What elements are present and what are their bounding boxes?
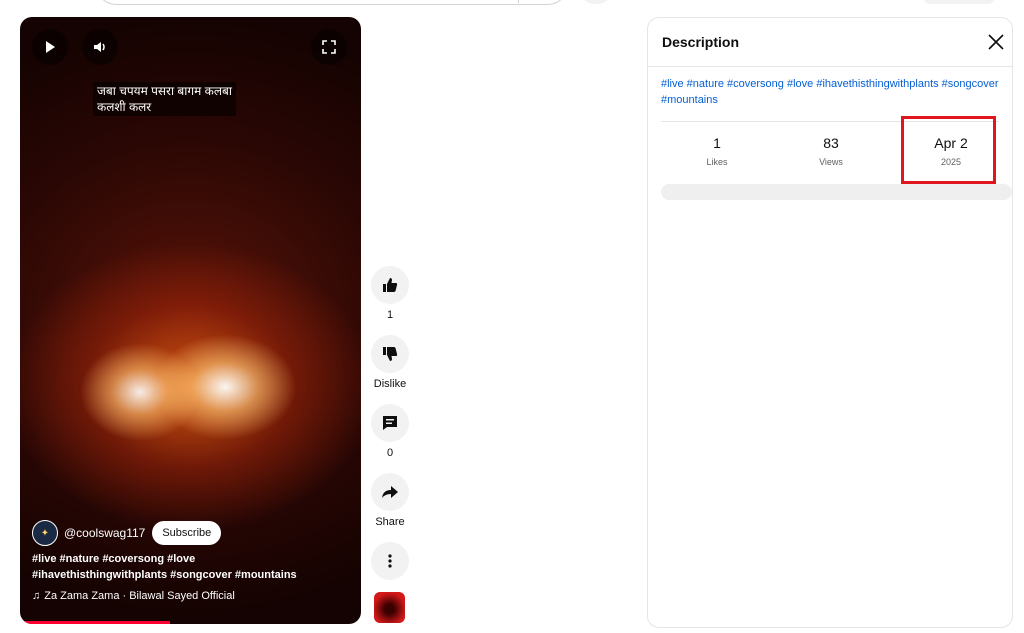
dislike-label: Dislike bbox=[373, 378, 407, 390]
shorts-video-player[interactable]: जबा चपयम पसरा बागम कलबा कलशी कलर ✦ @cool… bbox=[20, 17, 361, 624]
share-icon bbox=[382, 486, 398, 498]
channel-avatar[interactable]: ✦ bbox=[32, 520, 58, 546]
more-options-button[interactable] bbox=[371, 542, 409, 580]
date-highlight-box bbox=[901, 116, 996, 184]
panel-divider bbox=[648, 66, 1012, 67]
sound-thumbnail[interactable] bbox=[374, 592, 405, 623]
dislike-action: Dislike bbox=[370, 335, 410, 390]
like-button[interactable] bbox=[371, 266, 409, 304]
video-progress-bar[interactable] bbox=[20, 621, 171, 624]
search-divider bbox=[518, 0, 519, 3]
stat-likes-label: Likes bbox=[706, 157, 728, 167]
more-action bbox=[370, 542, 410, 580]
comment-button[interactable] bbox=[371, 404, 409, 442]
close-icon bbox=[988, 34, 1004, 50]
loading-placeholder-bar bbox=[661, 184, 1012, 200]
stat-views-value: 83 bbox=[823, 135, 839, 151]
music-note-icon: ♫ bbox=[32, 590, 41, 602]
like-count: 1 bbox=[386, 309, 394, 321]
stat-likes: 1 Likes bbox=[662, 135, 772, 167]
play-icon bbox=[46, 41, 55, 53]
play-button[interactable] bbox=[32, 29, 68, 65]
panel-title: Description bbox=[662, 34, 740, 50]
thumbs-down-icon bbox=[383, 347, 398, 361]
channel-row: ✦ @coolswag117 Subscribe bbox=[32, 520, 222, 546]
caption-line-2: कलशी कलर bbox=[97, 100, 152, 114]
share-button[interactable] bbox=[371, 473, 409, 511]
like-action: 1 bbox=[370, 266, 410, 321]
mute-button[interactable] bbox=[82, 29, 118, 65]
volume-icon bbox=[94, 42, 105, 52]
music-attribution[interactable]: ♫ Za Zama Zama · Bilawal Sayed Official bbox=[32, 590, 235, 602]
fullscreen-button[interactable] bbox=[311, 29, 347, 65]
hashtags[interactable]: #live #nature #coversong #love #ihavethi… bbox=[661, 76, 1007, 108]
stat-views: 83 Views bbox=[776, 135, 886, 167]
more-vert-icon bbox=[388, 554, 392, 568]
video-caption-overlay: जबा चपयम पसरा बागम कलबा कलशी कलर bbox=[93, 82, 236, 116]
channel-handle[interactable]: @coolswag117 bbox=[64, 526, 145, 540]
stat-views-label: Views bbox=[819, 157, 843, 167]
music-title: Za Zama Zama · Bilawal Sayed Official bbox=[44, 590, 235, 602]
comment-count: 0 bbox=[386, 447, 394, 459]
share-action: Share bbox=[370, 473, 410, 528]
search-bar[interactable] bbox=[96, 0, 568, 5]
description-panel: Description #live #nature #coversong #lo… bbox=[647, 17, 1013, 628]
comment-action: 0 bbox=[370, 404, 410, 459]
subscribe-button[interactable]: Subscribe bbox=[152, 521, 222, 545]
stat-likes-value: 1 bbox=[713, 135, 721, 151]
video-description[interactable]: #live #nature #coversong #love #ihavethi… bbox=[32, 551, 332, 583]
header-button[interactable] bbox=[922, 0, 996, 4]
caption-line-1: जबा चपयम पसरा बागम कलबा bbox=[97, 84, 232, 98]
voice-search-button[interactable] bbox=[582, 0, 610, 4]
fullscreen-icon bbox=[322, 40, 336, 54]
comment-icon bbox=[383, 416, 397, 430]
thumbs-up-icon bbox=[383, 278, 398, 292]
dislike-button[interactable] bbox=[371, 335, 409, 373]
share-label: Share bbox=[375, 516, 405, 528]
close-button[interactable] bbox=[984, 30, 1008, 54]
